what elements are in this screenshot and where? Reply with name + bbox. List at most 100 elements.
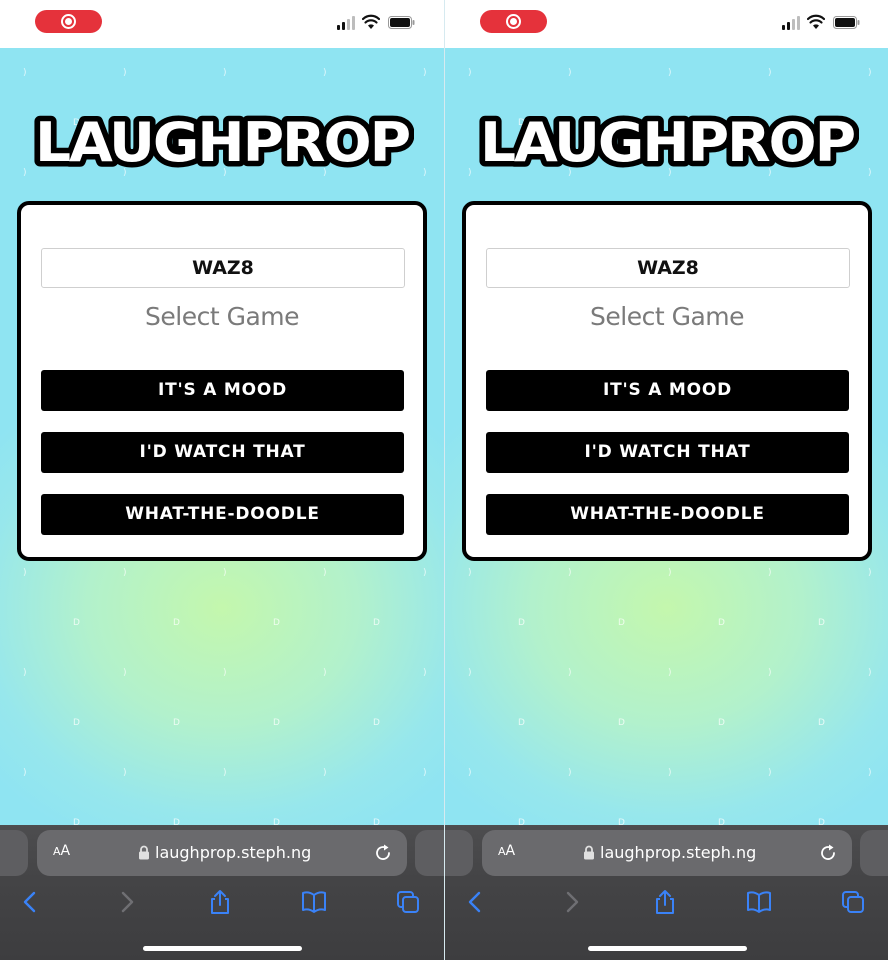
- pattern-mark: ): [23, 168, 27, 178]
- pattern-mark: ): [323, 668, 327, 678]
- its-a-mood-button[interactable]: IT'S A MOOD: [41, 370, 404, 411]
- room-code-field[interactable]: WAZ8: [486, 248, 850, 288]
- game-page: )))))DDDDD)))))DDDDD)))))DDDDD)))))DDDDD…: [0, 48, 444, 825]
- select-game-heading: Select Game: [590, 302, 745, 331]
- pattern-mark: ): [423, 668, 427, 678]
- what-the-doodle-button[interactable]: WHAT-THE-DOODLE: [486, 494, 849, 535]
- reload-icon[interactable]: [818, 843, 838, 863]
- id-watch-that-button[interactable]: I'D WATCH THAT: [41, 432, 404, 473]
- pattern-mark: ): [23, 768, 27, 778]
- pattern-mark: ): [23, 668, 27, 678]
- pattern-mark: D: [273, 818, 280, 825]
- pattern-mark: ): [568, 768, 572, 778]
- pattern-mark: ): [23, 568, 27, 578]
- bookmarks-icon[interactable]: [746, 889, 772, 915]
- screen-recording-icon[interactable]: [480, 10, 547, 33]
- cellular-signal-icon: [782, 16, 802, 30]
- pattern-mark: ): [468, 768, 472, 778]
- pattern-mark: ): [868, 768, 872, 778]
- pattern-mark: D: [518, 718, 525, 728]
- url-text[interactable]: laughprop.steph.ng: [600, 843, 756, 862]
- pattern-mark: ): [568, 668, 572, 678]
- pattern-mark: ): [223, 768, 227, 778]
- pattern-mark: ): [568, 68, 572, 78]
- pattern-mark: ): [468, 168, 472, 178]
- pattern-mark: ): [668, 668, 672, 678]
- bookmarks-icon[interactable]: [301, 889, 327, 915]
- pattern-mark: ): [668, 68, 672, 78]
- reload-icon[interactable]: [373, 843, 393, 863]
- screen-recording-icon[interactable]: [35, 10, 102, 33]
- pattern-mark: ): [468, 68, 472, 78]
- pattern-mark: ): [223, 668, 227, 678]
- pattern-mark: ): [468, 668, 472, 678]
- previous-tab-preview[interactable]: [0, 830, 28, 876]
- pattern-mark: D: [373, 818, 380, 825]
- share-icon[interactable]: [207, 889, 233, 915]
- pattern-mark: D: [618, 818, 625, 825]
- share-icon[interactable]: [652, 889, 678, 915]
- wifi-icon: [807, 14, 825, 29]
- pattern-mark: D: [373, 618, 380, 628]
- tabs-icon[interactable]: [840, 889, 866, 915]
- home-indicator[interactable]: [588, 946, 747, 951]
- pattern-mark: ): [423, 768, 427, 778]
- pattern-mark: ): [568, 568, 572, 578]
- pattern-mark: D: [73, 718, 80, 728]
- next-tab-preview[interactable]: [415, 830, 444, 876]
- pattern-mark: ): [323, 68, 327, 78]
- pattern-mark: ): [768, 768, 772, 778]
- forward-icon[interactable]: [113, 889, 139, 915]
- text-size-button[interactable]: AA: [498, 843, 515, 859]
- pattern-mark: ): [868, 668, 872, 678]
- pattern-mark: ): [223, 568, 227, 578]
- pattern-mark: ): [768, 668, 772, 678]
- address-bar[interactable]: AA laughprop.steph.ng: [37, 830, 407, 876]
- url-text[interactable]: laughprop.steph.ng: [155, 843, 311, 862]
- laughprop-logo: LAUGHPROP LAUGHPROP: [475, 112, 859, 170]
- pattern-mark: ): [123, 768, 127, 778]
- id-watch-that-button[interactable]: I'D WATCH THAT: [486, 432, 849, 473]
- its-a-mood-button[interactable]: IT'S A MOOD: [486, 370, 849, 411]
- pattern-mark: D: [73, 618, 80, 628]
- pattern-mark: ): [123, 668, 127, 678]
- pattern-mark: ): [668, 768, 672, 778]
- previous-tab-preview[interactable]: [445, 830, 473, 876]
- forward-icon[interactable]: [558, 889, 584, 915]
- home-indicator[interactable]: [143, 946, 302, 951]
- game-page: )))))DDDDD)))))DDDDD)))))DDDDD)))))DDDDD…: [445, 48, 888, 825]
- pattern-mark: ): [868, 68, 872, 78]
- back-icon[interactable]: [18, 889, 44, 915]
- pattern-mark: ): [123, 568, 127, 578]
- pattern-mark: D: [618, 618, 625, 628]
- pattern-mark: D: [273, 618, 280, 628]
- tabs-icon[interactable]: [395, 889, 421, 915]
- pattern-mark: D: [73, 818, 80, 825]
- back-icon[interactable]: [463, 889, 489, 915]
- pattern-mark: D: [818, 818, 825, 825]
- address-bar[interactable]: AA laughprop.steph.ng: [482, 830, 852, 876]
- pattern-mark: D: [818, 718, 825, 728]
- battery-icon: [833, 16, 860, 29]
- pattern-mark: D: [718, 618, 725, 628]
- room-code-field[interactable]: WAZ8: [41, 248, 405, 288]
- text-size-button[interactable]: AA: [53, 843, 70, 859]
- cellular-signal-icon: [337, 16, 357, 30]
- next-tab-preview[interactable]: [860, 830, 888, 876]
- pattern-mark: D: [518, 818, 525, 825]
- pattern-mark: ): [468, 568, 472, 578]
- what-the-doodle-button[interactable]: WHAT-THE-DOODLE: [41, 494, 404, 535]
- pattern-mark: D: [373, 718, 380, 728]
- status-bar: [0, 0, 444, 48]
- pattern-mark: D: [173, 818, 180, 825]
- pattern-mark: ): [123, 68, 127, 78]
- lock-icon: [139, 845, 149, 860]
- pattern-mark: ): [868, 568, 872, 578]
- pattern-mark: D: [518, 618, 525, 628]
- pattern-mark: ): [768, 568, 772, 578]
- laughprop-logo: LAUGHPROP LAUGHPROP: [30, 112, 414, 170]
- pattern-mark: D: [273, 718, 280, 728]
- phone-screen-left: )))))DDDDD)))))DDDDD)))))DDDDD)))))DDDDD…: [0, 0, 444, 960]
- game-select-card: WAZ8 Select Game IT'S A MOOD I'D WATCH T…: [17, 201, 427, 561]
- pattern-mark: ): [323, 568, 327, 578]
